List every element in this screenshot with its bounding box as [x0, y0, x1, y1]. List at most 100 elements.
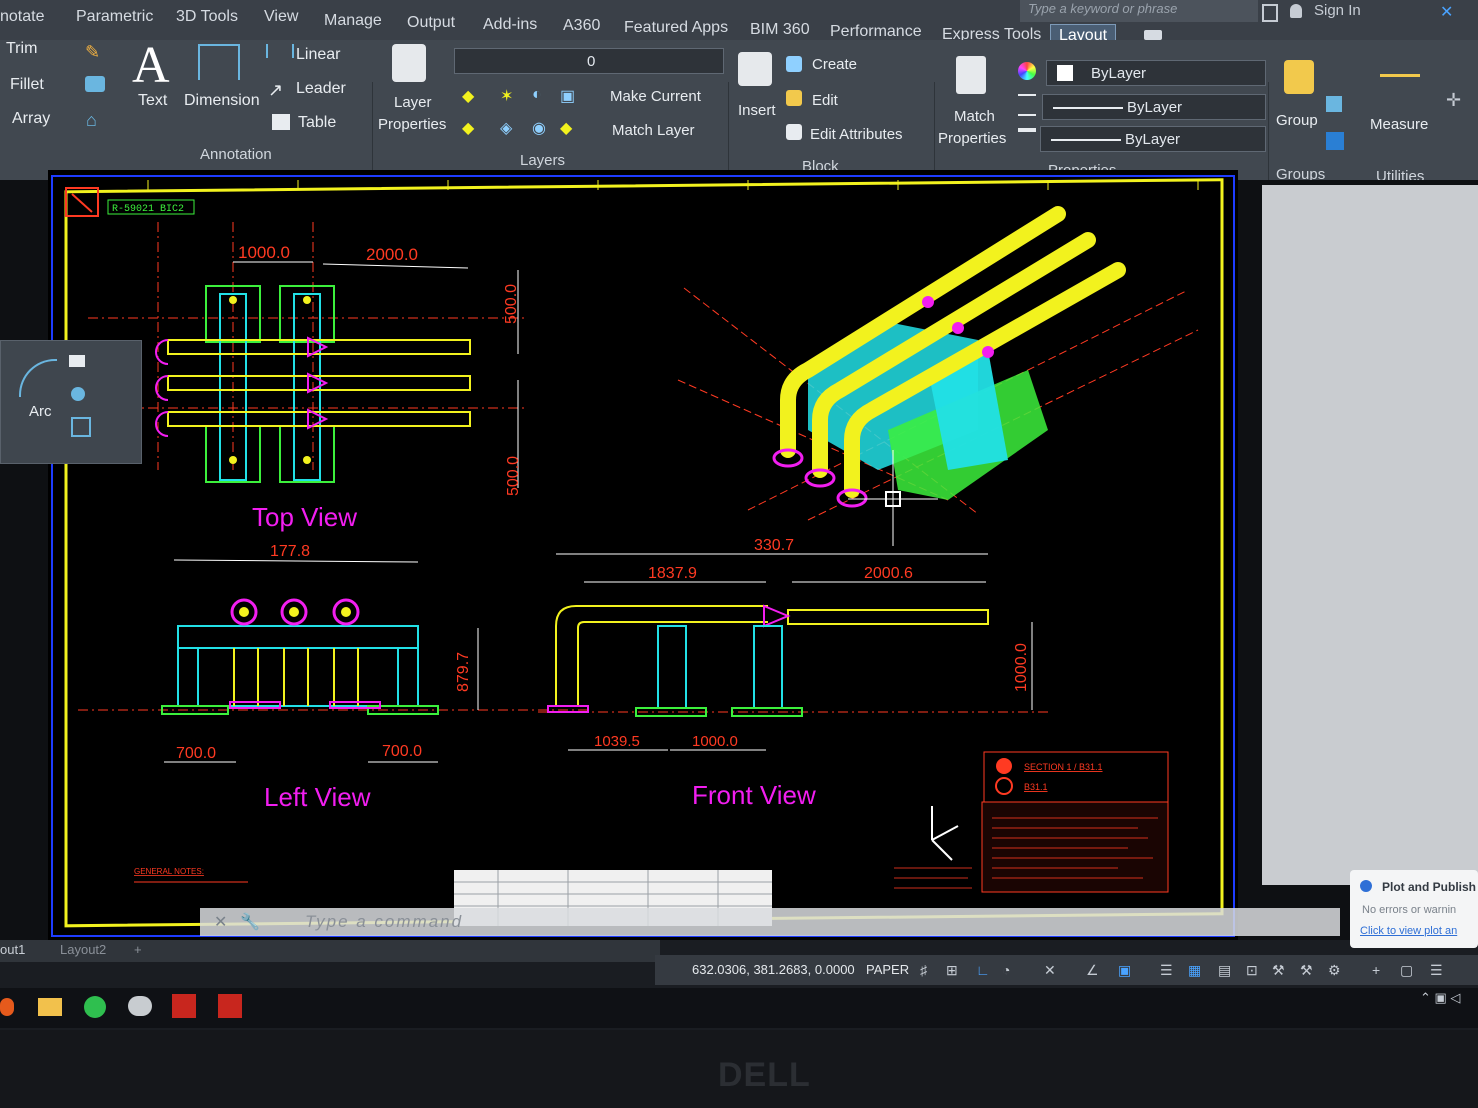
layers-panel-title[interactable]: Layers — [520, 152, 565, 169]
annotation-panel-title[interactable]: Annotation — [200, 146, 272, 163]
isolate-objects-icon[interactable]: ▢ — [1400, 962, 1413, 979]
add-layout-icon[interactable]: + — [134, 942, 142, 957]
close-command-icon[interactable]: ✕ — [214, 912, 227, 932]
tab-add-ins[interactable]: Add-ins — [483, 16, 537, 34]
ortho-icon[interactable]: ∟ — [976, 962, 990, 978]
linetype-dropdown[interactable]: ByLayer — [1042, 94, 1266, 120]
annotation-visibility-icon[interactable]: ⚒ — [1300, 962, 1313, 979]
group-icon[interactable] — [1284, 60, 1314, 94]
array-button[interactable]: Array — [12, 110, 50, 128]
dimension-icon[interactable] — [198, 44, 240, 80]
hatch-icon[interactable] — [71, 417, 91, 437]
dimension-button[interactable]: Dimension — [184, 92, 260, 110]
edit-block-button[interactable]: Edit — [812, 92, 838, 109]
layer-off-icon[interactable]: ◐ — [532, 86, 542, 104]
transparency-icon[interactable]: ▦ — [1188, 962, 1201, 979]
ungroup-icon[interactable] — [1326, 96, 1342, 112]
plus-icon[interactable]: + — [1372, 962, 1380, 978]
group-button[interactable]: Group — [1276, 112, 1318, 129]
system-tray-icon[interactable]: ⌃ ▣ ◁ — [1420, 990, 1460, 1006]
linear-dropdown[interactable]: Linear — [296, 46, 340, 64]
minimize-ribbon-icon[interactable] — [1144, 30, 1162, 40]
line-chat-icon[interactable] — [84, 996, 106, 1018]
measure-button[interactable]: Measure — [1370, 116, 1428, 133]
snap-icon[interactable]: ⊞ — [946, 962, 958, 979]
quick-props-icon[interactable]: ▤ — [1218, 962, 1231, 979]
text-button[interactable]: Text — [138, 92, 167, 110]
linetype-icon[interactable] — [1018, 94, 1036, 116]
lineweight-toggle-icon[interactable]: ☰ — [1160, 962, 1173, 979]
osnap-icon[interactable]: ✕ — [1044, 962, 1056, 979]
app-icon[interactable] — [128, 996, 152, 1016]
layer-isolate-icon[interactable]: ◆ — [462, 118, 474, 138]
leader-dropdown[interactable]: Leader — [296, 80, 346, 98]
group-select-icon[interactable] — [1326, 132, 1344, 150]
command-input[interactable]: Type a command — [305, 912, 463, 932]
text-icon[interactable]: A — [132, 36, 170, 95]
measure-icon[interactable] — [1380, 74, 1420, 93]
autocad-icon[interactable] — [172, 994, 196, 1018]
match-properties-label-1[interactable]: Match — [954, 108, 995, 125]
tab-annotate[interactable]: notate — [0, 8, 44, 26]
layer-freeze-icon[interactable]: ✶ — [500, 86, 513, 106]
linear-dim-icon[interactable] — [266, 44, 294, 58]
table-icon[interactable] — [272, 114, 290, 130]
layer-copy-icon[interactable]: ◆ — [560, 118, 572, 138]
layer-merge-icon[interactable]: ◉ — [532, 118, 546, 138]
layer-lock-icon[interactable]: ▣ — [560, 86, 575, 106]
rectangle-icon[interactable] — [69, 355, 85, 367]
trim-button[interactable]: Trim — [6, 40, 37, 58]
point-icon[interactable]: ✛ — [1446, 90, 1461, 111]
tab-performance[interactable]: Performance — [830, 23, 922, 41]
search-input[interactable]: Type a keyword or phrase — [1020, 0, 1258, 22]
binoculars-icon[interactable] — [1262, 4, 1278, 22]
sign-in-link[interactable]: Sign In — [1314, 2, 1361, 19]
match-properties-icon[interactable] — [956, 56, 986, 94]
layer-state-icon[interactable]: ◆ — [462, 86, 474, 106]
tool-palette[interactable]: Arc — [0, 340, 142, 464]
color-wheel-icon[interactable] — [1018, 62, 1036, 80]
lineweight-dropdown[interactable]: ByLayer — [1040, 126, 1266, 152]
tab-layout2[interactable]: Layout2 — [60, 942, 106, 957]
erase-icon[interactable]: ✎ — [85, 42, 100, 63]
circle-icon[interactable] — [71, 387, 85, 401]
copy-icon[interactable] — [85, 76, 105, 92]
file-explorer-icon[interactable] — [38, 998, 62, 1016]
tab-bim-360[interactable]: BIM 360 — [750, 21, 810, 39]
insert-block-icon[interactable] — [738, 52, 772, 86]
edit-block-icon[interactable] — [786, 90, 802, 106]
make-current-button[interactable]: Make Current — [610, 88, 701, 105]
tab-layout1[interactable]: out1 — [0, 942, 25, 957]
lineweight-icon[interactable] — [1018, 128, 1036, 150]
stretch-icon[interactable]: ⌂ — [86, 110, 97, 131]
edit-attributes-icon[interactable] — [786, 124, 802, 140]
layer-properties-label-2[interactable]: Properties — [378, 116, 446, 133]
fillet-button[interactable]: Fillet — [10, 76, 44, 94]
create-block-button[interactable]: Create — [812, 56, 857, 73]
annotation-scale-icon[interactable]: ⚒ — [1272, 962, 1285, 979]
create-block-icon[interactable] — [786, 56, 802, 72]
firefox-icon[interactable] — [0, 998, 14, 1016]
grid-icon[interactable]: ♯ — [920, 962, 927, 978]
layout-sheet[interactable]: R-59021 BIC2 1000.0 2000.0 500.0 500.0 T… — [48, 170, 1238, 940]
match-layer-button[interactable]: Match Layer — [612, 122, 695, 139]
tab-3d-tools[interactable]: 3D Tools — [176, 8, 238, 26]
viewport-icon[interactable]: ⊡ — [1246, 962, 1258, 979]
tab-a360[interactable]: A360 — [563, 17, 600, 35]
insert-button[interactable]: Insert — [738, 102, 776, 119]
selection-cycling-icon[interactable]: ▣ — [1118, 962, 1131, 979]
customization-icon[interactable]: ☰ — [1430, 962, 1443, 979]
table-button[interactable]: Table — [298, 114, 336, 132]
edit-attributes-button[interactable]: Edit Attributes — [810, 126, 903, 143]
otrack-icon[interactable]: ∠ — [1086, 962, 1099, 979]
layer-dropdown[interactable]: 0 — [454, 48, 724, 74]
tab-output[interactable]: Output — [407, 14, 455, 32]
layer-properties-icon[interactable] — [392, 44, 426, 82]
polar-icon[interactable]: ◔ — [1002, 962, 1010, 978]
arc-icon[interactable] — [19, 359, 57, 397]
exchange-icon[interactable]: ✕ — [1440, 5, 1454, 21]
match-properties-label-2[interactable]: Properties — [938, 130, 1006, 147]
acrobat-icon[interactable] — [218, 994, 242, 1018]
customize-icon[interactable]: 🔧 — [240, 912, 260, 932]
tab-manage[interactable]: Manage — [324, 12, 382, 30]
